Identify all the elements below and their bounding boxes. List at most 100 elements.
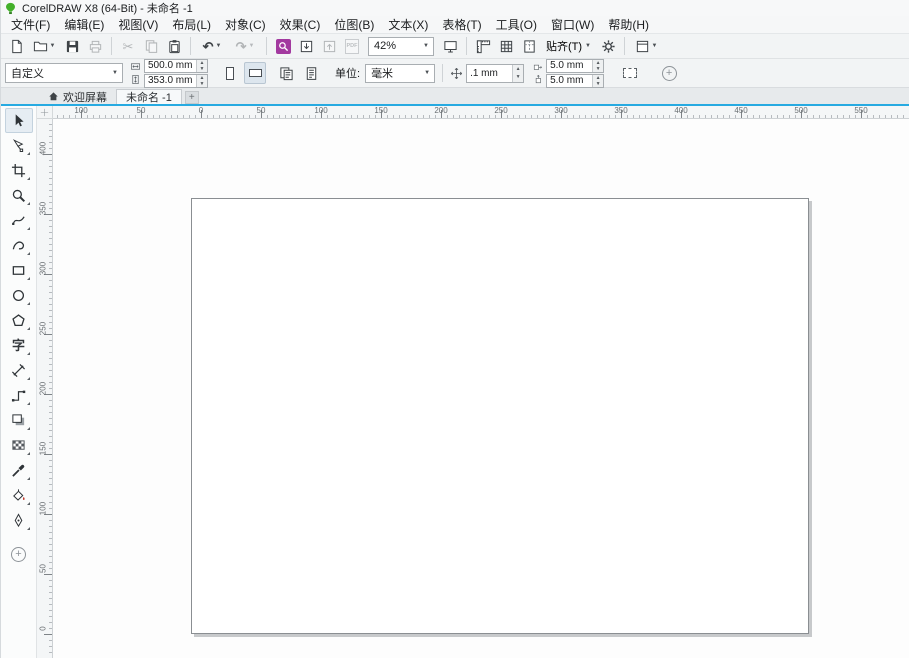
page-height-value[interactable]: 353.0 mm: [145, 75, 196, 87]
duplicate-y-down[interactable]: ▼: [592, 81, 603, 87]
duplicate-x-spinner[interactable]: 5.0 mm ▲ ▼: [546, 59, 604, 73]
snap-to-caret[interactable]: ▼: [585, 43, 591, 49]
show-rulers-button[interactable]: [472, 35, 494, 57]
toolbar-separator: [111, 37, 112, 55]
text-tool[interactable]: 字: [5, 333, 33, 358]
polygon-tool[interactable]: [5, 308, 33, 333]
menu-table[interactable]: 表格(T): [435, 15, 488, 34]
ellipse-tool[interactable]: [5, 283, 33, 308]
current-page-button[interactable]: [300, 62, 322, 84]
menu-help[interactable]: 帮助(H): [601, 15, 656, 34]
options-button[interactable]: [597, 35, 619, 57]
property-bar-quick-customize-button[interactable]: +: [658, 62, 680, 84]
duplicate-x-down[interactable]: ▼: [592, 66, 603, 72]
menu-object[interactable]: 对象(C): [218, 15, 273, 34]
show-guidelines-button[interactable]: [518, 35, 540, 57]
menu-tools[interactable]: 工具(O): [489, 15, 544, 34]
rectangle-tool[interactable]: [5, 258, 33, 283]
zoom-tool[interactable]: [5, 183, 33, 208]
drawing-canvas[interactable]: [53, 119, 909, 658]
new-document-tab-button[interactable]: +: [185, 91, 199, 104]
redo-dropdown-caret[interactable]: ▼: [248, 43, 254, 49]
page-width-down[interactable]: ▼: [196, 66, 207, 72]
menu-layout[interactable]: 布局(L): [165, 15, 218, 34]
menu-view[interactable]: 视图(V): [111, 15, 165, 34]
page-height-spinner[interactable]: 353.0 mm ▲ ▼: [144, 74, 208, 88]
ruler-origin-corner[interactable]: [37, 106, 53, 119]
undo-dropdown-caret[interactable]: ▼: [215, 43, 221, 49]
import-icon: [299, 39, 314, 54]
brush-stroke-icon: [11, 238, 26, 253]
crop-tool[interactable]: [5, 158, 33, 183]
tab-untitled-document[interactable]: 未命名 -1: [116, 89, 182, 104]
artistic-media-tool[interactable]: [5, 233, 33, 258]
content-area: 字 +: [1, 106, 909, 658]
units-combo[interactable]: 毫米 ▼: [365, 64, 435, 83]
fullscreen-preview-button[interactable]: [439, 35, 461, 57]
publish-pdf-button[interactable]: PDF: [341, 35, 363, 57]
drawing-page[interactable]: [191, 198, 809, 634]
toolbar-separator: [624, 37, 625, 55]
menu-window[interactable]: 窗口(W): [544, 15, 601, 34]
duplicate-y-value[interactable]: 5.0 mm: [547, 75, 592, 87]
portrait-button[interactable]: [219, 62, 241, 84]
connector-tool[interactable]: [5, 383, 33, 408]
drop-shadow-tool[interactable]: [5, 408, 33, 433]
interactive-fill-tool[interactable]: [5, 483, 33, 508]
freehand-tool[interactable]: [5, 208, 33, 233]
zoom-level-combo[interactable]: 42% ▼: [368, 37, 434, 56]
cut-button[interactable]: ✂: [117, 35, 139, 57]
tab-welcome-screen[interactable]: 欢迎屏幕: [39, 89, 116, 104]
landscape-button[interactable]: [244, 62, 266, 84]
all-pages-button[interactable]: [275, 62, 297, 84]
window-title: CorelDRAW X8 (64-Bit) - 未命名 -1: [22, 0, 193, 16]
open-button[interactable]: ▼: [28, 35, 60, 57]
search-content-button[interactable]: [272, 35, 294, 57]
pick-tool[interactable]: [5, 108, 33, 133]
parallel-dimension-tool[interactable]: [5, 358, 33, 383]
paste-button[interactable]: [163, 35, 185, 57]
page-preset-combo[interactable]: 自定义 ▼: [5, 63, 123, 83]
menu-edit[interactable]: 编辑(E): [57, 15, 111, 34]
zoom-dropdown-caret[interactable]: ▼: [419, 43, 433, 49]
vertical-ruler[interactable]: 400 350 300 250 200 150 100 50 0 50: [37, 119, 53, 658]
nudge-up[interactable]: ▲: [512, 65, 523, 74]
duplicate-x-value[interactable]: 5.0 mm: [547, 60, 592, 72]
open-dropdown-caret[interactable]: ▼: [50, 43, 56, 49]
page-width-spinner[interactable]: 500.0 mm ▲ ▼: [144, 59, 208, 73]
redo-button[interactable]: ↷ ▼: [229, 35, 261, 57]
nudge-spinner[interactable]: .1 mm ▲ ▼: [466, 64, 524, 83]
nudge-value[interactable]: .1 mm: [467, 65, 512, 82]
menu-effects[interactable]: 效果(C): [273, 15, 328, 34]
shape-tool[interactable]: [5, 133, 33, 158]
transparency-tool[interactable]: [5, 433, 33, 458]
print-button[interactable]: [84, 35, 106, 57]
save-button[interactable]: [61, 35, 83, 57]
export-button[interactable]: [318, 35, 340, 57]
copy-button[interactable]: [140, 35, 162, 57]
page-height-down[interactable]: ▼: [196, 81, 207, 87]
toolbox-quick-customize-button[interactable]: +: [5, 542, 33, 567]
duplicate-y-spinner[interactable]: 5.0 mm ▲ ▼: [546, 74, 604, 88]
horizontal-ruler[interactable]: 100 50 0 50 100 150 200 250 300 350 400 …: [53, 106, 909, 119]
launcher-caret[interactable]: ▼: [652, 43, 658, 49]
units-caret[interactable]: ▼: [420, 70, 434, 76]
smart-fill-tool[interactable]: [5, 508, 33, 533]
undo-button[interactable]: ↶ ▼: [196, 35, 228, 57]
new-document-button[interactable]: [5, 35, 27, 57]
show-grid-button[interactable]: [495, 35, 517, 57]
color-eyedropper-tool[interactable]: [5, 458, 33, 483]
shape-arrow-icon: [11, 138, 26, 153]
redo-arrow-icon: ↷: [236, 40, 247, 53]
menu-text[interactable]: 文本(X): [381, 15, 435, 34]
menu-file[interactable]: 文件(F): [4, 15, 57, 34]
import-button[interactable]: [295, 35, 317, 57]
page-width-value[interactable]: 500.0 mm: [145, 60, 196, 72]
nudge-down[interactable]: ▼: [512, 73, 523, 82]
application-launcher-button[interactable]: ▼: [630, 35, 662, 57]
preset-caret[interactable]: ▼: [108, 70, 122, 76]
freehand-curve-icon: [11, 213, 26, 228]
snap-to-button[interactable]: 贴齐(T) ▼: [541, 36, 596, 56]
menu-bitmaps[interactable]: 位图(B): [327, 15, 381, 34]
treat-as-filled-button[interactable]: [619, 62, 641, 84]
